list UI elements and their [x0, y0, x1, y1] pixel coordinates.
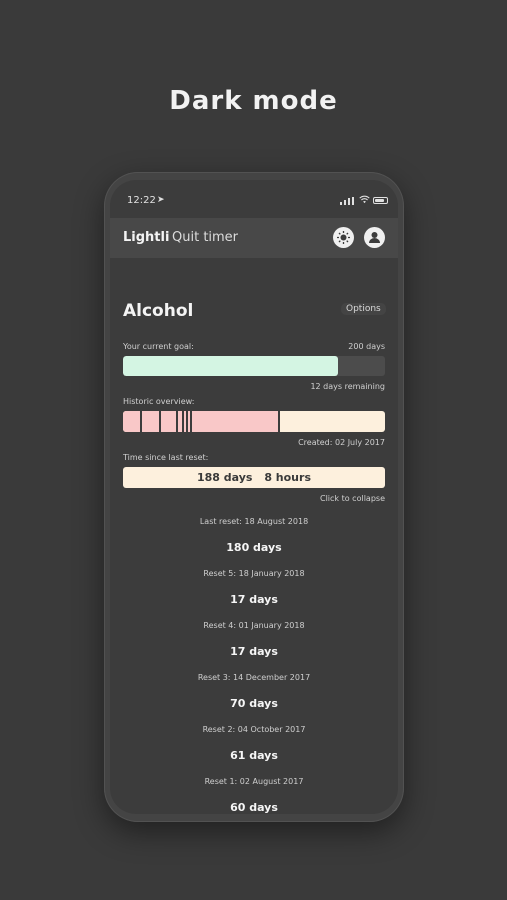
- reset-duration: 180 days: [226, 541, 282, 554]
- wifi-icon: [359, 195, 370, 204]
- goal-progress-bar: [123, 356, 385, 376]
- since-reset-label: Time since last reset:: [123, 453, 209, 462]
- since-reset-hours: 8 hours: [264, 471, 311, 484]
- historic-divider: [182, 411, 184, 432]
- goal-progress-fill: [123, 356, 338, 376]
- goal-label: Your current goal:: [123, 342, 194, 351]
- cellular-signal-icon: [340, 197, 354, 205]
- goal-remaining: 12 days remaining: [310, 382, 385, 391]
- historic-created: Created: 02 July 2017: [298, 438, 385, 447]
- sun-icon: [337, 231, 350, 244]
- reset-duration: 17 days: [230, 645, 278, 658]
- reset-label: Reset 5: 18 January 2018: [203, 569, 305, 578]
- historic-divider: [140, 411, 142, 432]
- historic-divider: [186, 411, 188, 432]
- since-reset-days: 188 days: [197, 471, 253, 484]
- app-header: Lightli Quit timer: [110, 218, 398, 258]
- location-arrow-icon: ➤: [157, 195, 165, 205]
- reset-label: Last reset: 18 August 2018: [199, 517, 309, 526]
- historic-divider: [190, 411, 192, 432]
- historic-divider: [159, 411, 161, 432]
- status-time: 12:22: [127, 195, 156, 206]
- tracker-content: Alcohol Options Your current goal: 200 d…: [110, 258, 398, 814]
- app-screen: 12:22 ➤ Lightli Quit timer Alcohol Optio…: [110, 180, 398, 814]
- reset-label: Reset 4: 01 January 2018: [203, 621, 305, 630]
- battery-icon: [373, 197, 388, 204]
- status-bar: 12:22 ➤: [110, 194, 398, 210]
- user-icon: [369, 232, 380, 243]
- app-subtitle: Quit timer: [172, 230, 239, 245]
- app-name: Lightli: [123, 230, 170, 245]
- reset-label: Reset 2: 04 October 2017: [202, 725, 306, 734]
- account-button[interactable]: [364, 227, 385, 248]
- reset-label: Reset 1: 02 August 2017: [204, 777, 304, 786]
- reset-duration: 61 days: [230, 749, 278, 762]
- time-since-reset-bar[interactable]: 188 days 8 hours: [123, 467, 385, 488]
- theme-toggle-button[interactable]: [333, 227, 354, 248]
- historic-label: Historic overview:: [123, 397, 195, 406]
- historic-divider: [278, 411, 280, 432]
- goal-target: 200 days: [348, 342, 385, 351]
- reset-duration: 60 days: [230, 801, 278, 814]
- tracker-title: Alcohol: [123, 301, 194, 321]
- reset-label: Reset 3: 14 December 2017: [197, 673, 311, 682]
- page-headline: Dark mode: [169, 86, 338, 116]
- reset-duration: 17 days: [230, 593, 278, 606]
- historic-reset-segments: [123, 411, 278, 432]
- historic-overview-bar: [123, 411, 385, 432]
- historic-divider: [176, 411, 178, 432]
- collapse-link[interactable]: Click to collapse: [320, 494, 385, 503]
- reset-duration: 70 days: [230, 697, 278, 710]
- options-button[interactable]: Options: [341, 303, 386, 315]
